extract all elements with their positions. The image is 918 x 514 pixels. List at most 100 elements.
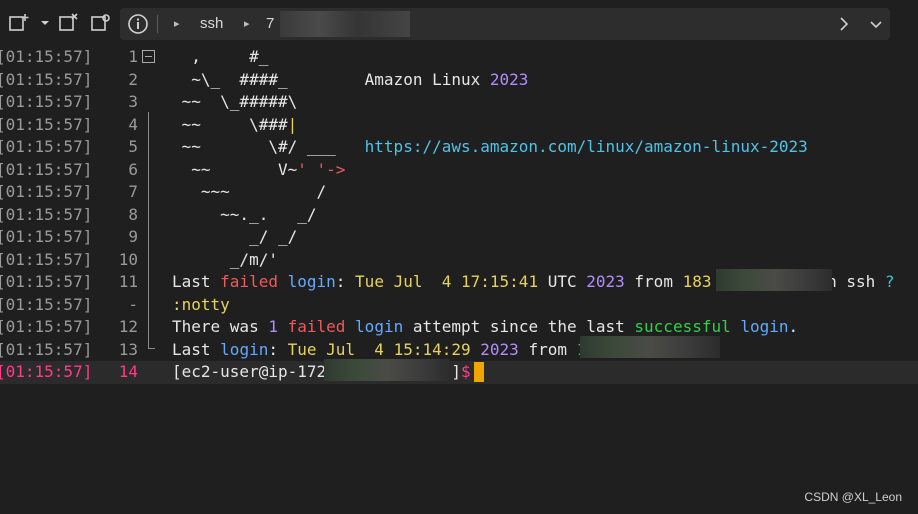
terminal-line: [01:15:57] 13 Last login: Tue Jul 4 15:14:… — [0, 339, 918, 362]
text-segment: _/ _/ — [172, 227, 298, 246]
text-segment: successful — [634, 317, 731, 336]
fold-guide — [148, 112, 149, 349]
address-bar[interactable]: ▸ ssh ▸ 7 — [120, 8, 890, 40]
text-segment: ~\_ ####_ Amazon Linux — [172, 69, 490, 89]
text-segment: ~~ \_#####\ — [172, 92, 298, 111]
text-segment: There was — [172, 317, 269, 336]
text-segment — [471, 340, 481, 359]
terminal-line: [01:15:57] 9 _/ _/ — [0, 226, 918, 249]
text-segment: _/m/' — [172, 249, 278, 269]
terminal-line: [01:15:57] 3 ~~ \_#####\ — [0, 91, 918, 114]
timestamp: [01:15:57] — [0, 137, 93, 156]
watermark: CSDN @XL_Leon — [804, 490, 902, 504]
timestamp: [01:15:57] — [0, 92, 93, 111]
text-segment: ~~ \#/ ___ — [172, 137, 365, 156]
text-cursor — [474, 362, 484, 382]
text-segment: Tue Jul 4 15:14:29 — [287, 339, 471, 359]
text-segment — [278, 272, 288, 291]
text-segment: ~~._. _/ — [172, 204, 317, 224]
line-number: 12 — [118, 317, 138, 336]
divider — [157, 15, 158, 33]
text-segment: ~~ \### — [172, 114, 288, 134]
timestamp: [01:15:57] — [0, 249, 93, 269]
line-text: ~~._. _/ — [172, 204, 317, 227]
timestamp: [01:15:57] — [0, 227, 93, 246]
line-text: :notty — [172, 294, 230, 317]
text-segment: from — [624, 272, 683, 291]
new-tab-icon[interactable] — [8, 12, 30, 34]
breadcrumb-ssh[interactable]: ssh — [200, 14, 223, 34]
fold-toggle-icon[interactable] — [142, 50, 155, 63]
line-text: ~~ \#/ ___ https://aws.amazon.com/linux/… — [172, 136, 808, 159]
timestamp: [01:15:57] — [0, 69, 93, 89]
timestamp: [01:15:57] — [0, 159, 93, 179]
line-number: 3 — [128, 92, 138, 111]
text-segment: login — [740, 317, 789, 336]
text-segment: 1 — [268, 317, 278, 336]
timestamp: [01:15:57] — [0, 294, 93, 314]
line-text: ~\_ ####_ Amazon Linux 2023 — [172, 69, 528, 92]
chevron-right-icon[interactable] — [834, 13, 854, 35]
text-segment: ~~ V~ — [172, 159, 298, 179]
text-segment: 2023 — [480, 339, 519, 359]
line-number: 14 — [118, 362, 138, 381]
line-text: ~~ \_#####\ — [172, 91, 298, 114]
line-number: 6 — [128, 159, 138, 179]
text-segment: Last — [172, 339, 221, 359]
line-number: 10 — [118, 249, 138, 269]
terminal-line: [01:15:57] 7 ~~~ / — [0, 181, 918, 204]
text-segment — [278, 317, 288, 336]
text-segment: https://aws.amazon.com/linux/amazon-linu… — [364, 137, 808, 156]
timestamp: [01:15:57] — [0, 317, 93, 336]
terminal-line: [01:15:57] 4 ~~ \###| — [0, 114, 918, 137]
line-text: _/ _/ — [172, 226, 297, 249]
settings-icon[interactable] — [90, 12, 112, 34]
line-text: Last login: Tue Jul 4 15:14:29 2023 from… — [172, 339, 586, 362]
line-text: ~~ V~' '-> — [172, 159, 345, 182]
text-segment: :notty — [172, 294, 230, 314]
timestamp: [01:15:57] — [0, 339, 93, 359]
text-segment: , #_ — [172, 47, 269, 66]
terminal-output[interactable]: [01:15:57] 14 [ec2-user@ip-172 ]$ [01:15:5… — [0, 46, 918, 466]
text-segment: ? — [884, 272, 895, 291]
redacted-ip — [716, 269, 832, 291]
terminal-line: [01:15:57] 12 There was 1 failed login att… — [0, 316, 918, 339]
breadcrumb-arrow-icon: ▸ — [174, 17, 180, 30]
line-number: 11 — [118, 272, 138, 291]
redacted-hostname — [324, 359, 450, 381]
text-segment: 2023 — [586, 272, 625, 291]
text-segment: [ec2-user@ip-172 — [172, 362, 327, 381]
terminal-line: [01:15:57] 2 ~\_ ####_ Amazon Linux 2023 — [0, 69, 918, 92]
breadcrumb-host[interactable]: 7 — [266, 14, 274, 34]
timestamp: [01:15:57] — [0, 114, 93, 134]
line-number: - — [128, 294, 138, 314]
line-text: _/m/' — [172, 249, 278, 272]
line-text: , #_ — [172, 46, 268, 69]
line-number: 9 — [128, 227, 138, 246]
text-segment: . — [788, 317, 799, 336]
line-number: 13 — [118, 339, 138, 359]
timestamp: [01:15:57] — [0, 182, 93, 201]
line-number: 5 — [128, 137, 138, 156]
line-number: 8 — [128, 204, 138, 224]
info-icon[interactable] — [127, 13, 149, 35]
text-segment: login — [287, 272, 336, 291]
toolbar: ▸ ssh ▸ 7 — [0, 0, 918, 46]
text-segment: 2023 — [489, 69, 529, 89]
terminal-line: [01:15:57] 10 _/m/' — [0, 249, 918, 272]
text-segment: | — [287, 114, 298, 134]
terminal-line: [01:15:57] 5 ~~ \#/ ___ https://aws.amazo… — [0, 136, 918, 159]
timestamp: [01:15:57] — [0, 362, 93, 381]
chevron-down-icon[interactable] — [34, 12, 49, 34]
text-segment: : — [268, 339, 288, 359]
text-segment: login — [355, 317, 404, 336]
line-number: 7 — [128, 182, 138, 201]
text-segment: attempt since the last — [403, 317, 635, 336]
chevron-down-icon[interactable] — [866, 13, 886, 35]
line-text: ~~ \###| — [172, 114, 298, 137]
close-tab-icon[interactable] — [58, 12, 80, 34]
text-segment — [731, 317, 741, 336]
text-segment: UTC — [538, 272, 587, 291]
line-number: 1 — [128, 47, 138, 66]
timestamp: [01:15:57] — [0, 272, 93, 291]
